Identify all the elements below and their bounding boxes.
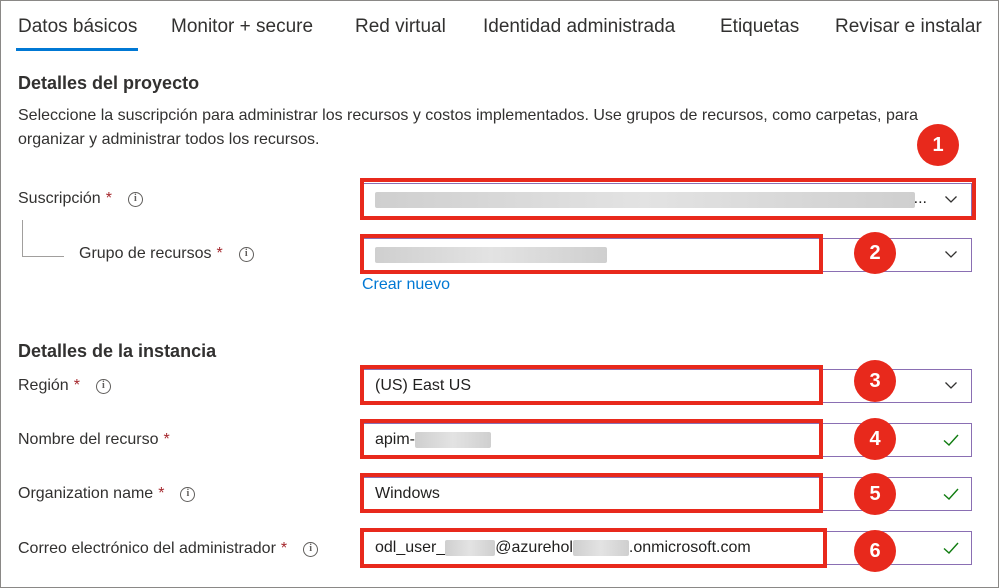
tab-managed-identity[interactable]: Identidad administrada <box>483 16 675 38</box>
subscription-label-text: Suscripción <box>18 190 101 207</box>
organization-name-label-text: Organization name <box>18 485 154 502</box>
step-badge-5: 5 <box>854 473 896 515</box>
info-icon[interactable]: i <box>127 191 143 207</box>
highlight-box-2 <box>360 234 823 274</box>
resource-group-label: Grupo de recursos * i <box>79 245 254 263</box>
info-icon[interactable]: i <box>238 246 254 262</box>
required-marker: * <box>73 377 80 394</box>
checkmark-icon <box>943 542 959 554</box>
required-marker: * <box>280 540 288 557</box>
organization-name-label: Organization name * i <box>18 485 196 503</box>
required-marker: * <box>216 245 223 262</box>
tab-basics[interactable]: Datos básicos <box>18 16 137 38</box>
region-label: Región * i <box>18 377 111 395</box>
info-icon[interactable]: i <box>95 378 111 394</box>
tab-monitor-secure[interactable]: Monitor + secure <box>171 16 313 38</box>
resource-group-label-text: Grupo de recursos <box>79 245 212 262</box>
checkmark-icon <box>943 434 959 446</box>
admin-email-label-text: Correo electrónico del administrador <box>18 540 276 557</box>
project-details-description: Seleccione la suscripción para administr… <box>18 107 918 148</box>
required-marker: * <box>105 190 112 207</box>
required-marker: * <box>163 431 170 448</box>
checkmark-icon <box>943 488 959 500</box>
step-badge-2: 2 <box>854 232 896 274</box>
create-new-link[interactable]: Crear nuevo <box>362 276 450 294</box>
tab-review-install[interactable]: Revisar e instalar <box>835 16 982 38</box>
tree-connector-horizontal <box>22 256 64 257</box>
resource-name-label-text: Nombre del recurso <box>18 431 159 448</box>
step-badge-6: 6 <box>854 530 896 572</box>
tab-tags[interactable]: Etiquetas <box>720 16 799 38</box>
highlight-box-6 <box>360 528 827 568</box>
step-badge-4: 4 <box>854 418 896 460</box>
highlight-box-3 <box>360 365 823 405</box>
tab-bar: Datos básicos Monitor + secure Red virtu… <box>0 0 999 56</box>
step-badge-3: 3 <box>854 360 896 402</box>
subscription-label: Suscripción * i <box>18 190 143 208</box>
resource-name-label: Nombre del recurso * <box>18 431 186 449</box>
region-label-text: Región <box>18 377 69 394</box>
step-badge-1: 1 <box>917 124 959 166</box>
chevron-down-icon <box>945 382 957 389</box>
info-icon[interactable]: i <box>180 486 196 502</box>
instance-details-heading: Detalles de la instancia <box>18 341 217 361</box>
chevron-down-icon <box>945 251 957 258</box>
tab-virtual-network[interactable]: Red virtual <box>355 16 446 38</box>
admin-email-label: Correo electrónico del administrador * i <box>18 540 319 558</box>
active-tab-indicator <box>16 48 138 51</box>
tree-connector-vertical <box>22 220 23 256</box>
highlight-box-5 <box>360 473 823 513</box>
highlight-box-1 <box>360 178 976 220</box>
info-icon[interactable]: i <box>303 541 319 557</box>
required-marker: * <box>158 485 165 502</box>
highlight-box-4 <box>360 419 823 459</box>
project-details-heading: Detalles del proyecto <box>18 73 200 93</box>
